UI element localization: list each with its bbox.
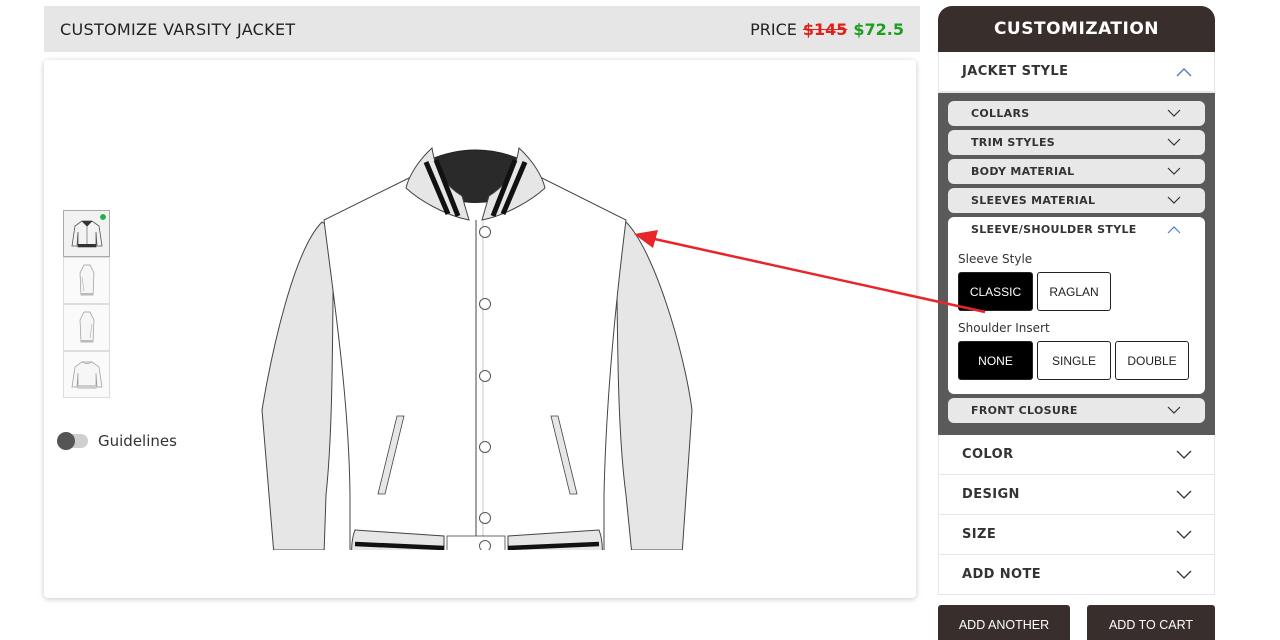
sleeve-raglan-button[interactable]: RAGLAN: [1037, 272, 1111, 311]
jacket-body: [323, 177, 627, 550]
active-view-indicator: [99, 213, 107, 221]
shoulder-none-button[interactable]: NONE: [958, 341, 1033, 380]
subsection-label: TRIM STYLES: [971, 136, 1055, 149]
chevron-down-icon: [1167, 406, 1181, 414]
action-buttons: ADD ANOTHER ADD TO CART: [938, 605, 1215, 640]
shoulder-single-button[interactable]: SINGLE: [1037, 341, 1111, 380]
accordion-add-note[interactable]: ADD NOTE: [938, 555, 1215, 595]
accordion-label: JACKET STYLE: [962, 64, 1069, 79]
chevron-down-icon: [1176, 490, 1192, 499]
price-label: PRICE: [750, 19, 797, 39]
chevron-up-icon: [1167, 226, 1181, 234]
sleeve-style-label: Sleeve Style: [958, 252, 1033, 266]
accordion-jacket-style[interactable]: JACKET STYLE: [938, 52, 1215, 92]
right-sleeve: [615, 221, 693, 550]
jacket-side-icon: [79, 311, 94, 342]
accordion-label: ADD NOTE: [962, 567, 1042, 582]
subsection-collars[interactable]: COLLARS: [948, 101, 1205, 126]
accordion-color[interactable]: COLOR: [938, 435, 1215, 475]
page-header: CUSTOMIZE VARSITY JACKET PRICE $145 $72.…: [44, 6, 920, 52]
toggle-knob: [57, 432, 75, 450]
sleeve-classic-button[interactable]: CLASSIC: [958, 272, 1033, 311]
subsection-front-closure[interactable]: FRONT CLOSURE: [948, 398, 1205, 423]
subsection-sleeve-shoulder-style[interactable]: SLEEVE/SHOULDER STYLE: [948, 217, 1205, 242]
jacket-side-icon: [79, 264, 94, 295]
left-sleeve: [261, 221, 335, 550]
customization-panel: CUSTOMIZATION JACKET STYLE COLLARS TRIM …: [938, 6, 1215, 595]
original-price: $145: [802, 19, 848, 39]
chevron-down-icon: [1167, 196, 1181, 204]
chevron-down-icon: [1167, 109, 1181, 117]
thumbnail-left-side-view[interactable]: [63, 257, 110, 304]
subsection-label: FRONT CLOSURE: [971, 404, 1078, 417]
sleeve-shoulder-options: Sleeve Style CLASSIC RAGLAN Shoulder Ins…: [948, 242, 1205, 394]
thumbnail-back-view[interactable]: [63, 351, 110, 398]
thumbnail-front-view[interactable]: [63, 210, 110, 257]
guidelines-toggle-group: Guidelines: [57, 432, 177, 450]
sleeve-style-options: CLASSIC RAGLAN: [958, 272, 1195, 311]
jacket-front-icon: [71, 220, 102, 247]
chevron-down-icon: [1167, 167, 1181, 175]
jacket-style-section: COLLARS TRIM STYLES BODY MATERIAL SLEEVE…: [938, 92, 1215, 435]
accordion-label: DESIGN: [962, 487, 1020, 502]
subsection-label: BODY MATERIAL: [971, 165, 1075, 178]
jacket-back-icon: [71, 361, 102, 388]
chevron-down-icon: [1176, 570, 1192, 579]
accordion-label: COLOR: [962, 447, 1014, 462]
chevron-up-icon: [1176, 67, 1192, 76]
accordion-size[interactable]: SIZE: [938, 515, 1215, 555]
subsection-trim-styles[interactable]: TRIM STYLES: [948, 130, 1205, 155]
shoulder-insert-label: Shoulder Insert: [958, 321, 1050, 335]
chevron-down-icon: [1176, 530, 1192, 539]
subsection-label: COLLARS: [971, 107, 1030, 120]
chevron-down-icon: [1176, 450, 1192, 459]
shoulder-insert-options: NONE SINGLE DOUBLE: [958, 341, 1195, 380]
guidelines-toggle[interactable]: [57, 432, 88, 450]
subsection-body-material[interactable]: BODY MATERIAL: [948, 159, 1205, 184]
subsection-label: SLEEVES MATERIAL: [971, 194, 1096, 207]
add-another-button[interactable]: ADD ANOTHER: [938, 605, 1070, 640]
guidelines-label: Guidelines: [98, 432, 177, 450]
jacket-preview-canvas: Guidelines: [44, 60, 916, 598]
price-display: PRICE $145 $72.5: [750, 20, 904, 39]
view-thumbnails: [63, 210, 111, 398]
add-to-cart-button[interactable]: ADD TO CART: [1087, 605, 1215, 640]
subsection-sleeves-material[interactable]: SLEEVES MATERIAL: [948, 188, 1205, 213]
thumbnail-right-side-view[interactable]: [63, 304, 110, 351]
varsity-jacket-illustration: [261, 146, 693, 550]
sale-price: $72.5: [853, 19, 904, 39]
chevron-down-icon: [1167, 138, 1181, 146]
accordion-label: SIZE: [962, 527, 997, 542]
panel-title: CUSTOMIZATION: [938, 6, 1215, 52]
page-title: CUSTOMIZE VARSITY JACKET: [60, 19, 296, 39]
accordion-design[interactable]: DESIGN: [938, 475, 1215, 515]
subsection-label: SLEEVE/SHOULDER STYLE: [971, 223, 1137, 236]
shoulder-double-button[interactable]: DOUBLE: [1115, 341, 1189, 380]
